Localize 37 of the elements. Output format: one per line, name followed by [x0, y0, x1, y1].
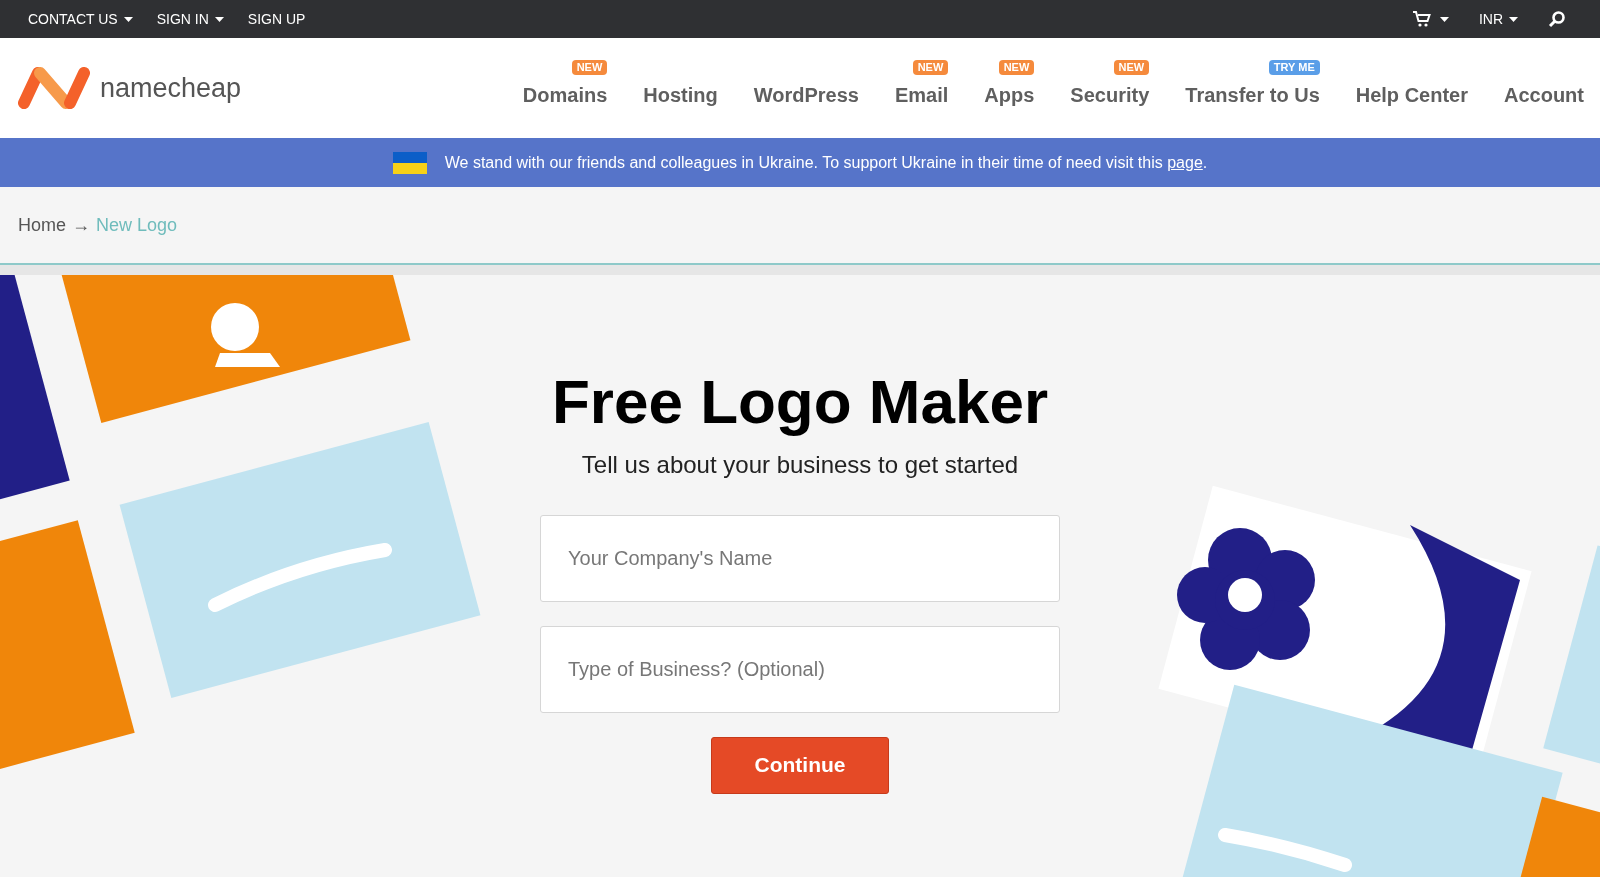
input-field[interactable]: Your Company's Name: [540, 514, 1060, 602]
search-icon[interactable]: [1548, 10, 1566, 28]
top-bar-link[interactable]: CONTACT US: [28, 8, 133, 30]
input-field[interactable]: Type of Business? (Optional): [540, 625, 1060, 713]
nav-link[interactable]: Security: [1070, 84, 1150, 106]
breadcrumb-link[interactable]: Home: [18, 211, 66, 239]
nav-link[interactable]: Email: [894, 84, 949, 106]
top-bar-link[interactable]: SIGN IN: [156, 8, 224, 30]
subtitle: Tell us about your business to get started: [581, 449, 1019, 480]
nav-badge: NEW: [571, 60, 608, 75]
nav-link[interactable]: Transfer to Us: [1185, 84, 1320, 106]
caret-icon: [123, 16, 133, 22]
nav-link[interactable]: Help Center: [1355, 84, 1468, 106]
nav-badge: NEW: [1113, 60, 1150, 75]
nav-badge: NEW: [998, 60, 1035, 75]
nav-badge: NEW: [912, 60, 949, 75]
nav-badge: TRY ME: [1268, 60, 1320, 75]
nav-link[interactable]: Domains: [522, 84, 608, 106]
currency-dropdown[interactable]: INR: [1478, 8, 1518, 30]
logo-text: namecheap: [100, 71, 242, 105]
nav-link[interactable]: Apps: [984, 84, 1035, 106]
nav-link[interactable]: WordPress: [753, 84, 859, 106]
breadcrumb-separator: →: [72, 213, 90, 237]
nav-link[interactable]: Account: [1504, 84, 1584, 106]
nav-link[interactable]: Hosting: [643, 84, 718, 106]
page-title: Free Logo Maker: [551, 366, 1049, 438]
continue-button[interactable]: Continue: [711, 736, 889, 794]
ukraine-flag-icon: [392, 151, 427, 174]
banner-message: We stand with our friends and colleagues in Ukraine. To support Ukraine in their time of need visit this page.: [444, 152, 1208, 173]
page-link[interactable]: page: [1167, 153, 1203, 171]
cart-button[interactable]: [1411, 10, 1449, 28]
logo-icon: [18, 67, 90, 109]
caret-icon: [1439, 16, 1449, 22]
caret-icon: [214, 16, 224, 22]
cart-icon: [1411, 10, 1432, 28]
top-bar-link[interactable]: SIGN UP: [247, 8, 306, 30]
caret-icon: [1509, 16, 1518, 22]
